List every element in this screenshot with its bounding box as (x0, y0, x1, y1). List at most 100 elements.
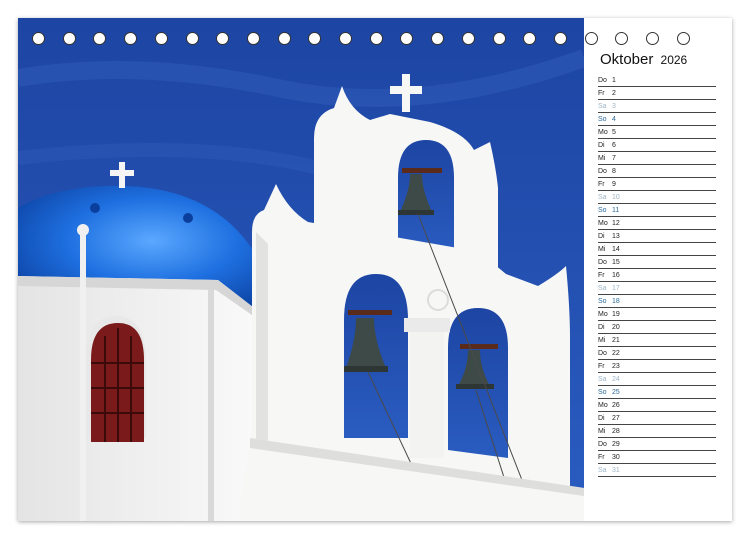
day-abbr: Di (598, 142, 605, 149)
day-abbr: So (598, 298, 607, 305)
day-abbr: Do (598, 350, 607, 357)
day-abbr: Fr (598, 181, 605, 188)
binding-ring (400, 32, 414, 45)
day-number: 23 (612, 363, 620, 370)
day-abbr: Di (598, 415, 605, 422)
day-row: Mi 21 (598, 334, 716, 347)
binding-ring (154, 32, 168, 45)
day-number: 6 (612, 142, 616, 149)
day-number: 18 (612, 298, 620, 305)
day-row: Sa 3 (598, 100, 716, 113)
day-row: Do 15 (598, 256, 716, 269)
day-row: Mo 19 (598, 308, 716, 321)
year-label: 2026 (660, 53, 688, 67)
day-number: 21 (612, 337, 620, 344)
flag-pole (80, 228, 86, 521)
church-bell-tower-photo (18, 18, 584, 521)
binding-ring (461, 32, 475, 45)
binding-ring (124, 32, 138, 45)
month-heading: Oktober 2026 (600, 51, 687, 68)
day-row: Fr 2 (598, 87, 716, 100)
day-number: 27 (612, 415, 620, 422)
day-abbr: Mi (598, 155, 606, 162)
day-row: Di 27 (598, 412, 716, 425)
calendar-page: Oktober 2026 Do 1 Fr 2 Sa 3 So 4 Mo 5 Di 6 Mi 7 Do 8 Fr 9… (18, 18, 732, 521)
day-abbr: Sa (598, 194, 607, 201)
day-row: Mi 14 (598, 243, 716, 256)
binding-ring (676, 32, 690, 45)
day-abbr: Mi (598, 428, 606, 435)
day-number: 4 (612, 116, 616, 123)
binding-ring (646, 32, 659, 45)
day-abbr: Mi (598, 337, 606, 344)
day-abbr: Do (598, 168, 607, 175)
day-number: 19 (612, 311, 620, 318)
binding-ring (615, 32, 629, 45)
binding-ring (246, 32, 260, 45)
day-abbr: So (598, 207, 607, 214)
day-row: Sa 17 (598, 282, 716, 295)
day-number: 25 (612, 389, 620, 396)
day-abbr: Sa (598, 467, 607, 474)
arched-window (86, 316, 146, 442)
binding-ring (216, 32, 230, 45)
day-number: 31 (612, 467, 620, 474)
day-row: Mi 28 (598, 425, 716, 438)
spiral-binding (18, 32, 732, 48)
binding-ring (93, 32, 107, 45)
day-number: 3 (612, 103, 616, 110)
day-number: 14 (612, 246, 620, 253)
day-row: Di 13 (598, 230, 716, 243)
day-list: Do 1 Fr 2 Sa 3 So 4 Mo 5 Di 6 Mi 7 Do 8 Fr 9 Sa 10 So 11 Mo 12 D… (598, 74, 716, 477)
day-abbr: So (598, 389, 607, 396)
day-number: 24 (612, 376, 620, 383)
binding-ring (62, 32, 76, 45)
binding-ring (523, 32, 537, 45)
binding-ring (32, 32, 45, 45)
day-number: 9 (612, 181, 616, 188)
day-number: 13 (612, 233, 620, 240)
day-number: 20 (612, 324, 620, 331)
day-number: 1 (612, 77, 616, 84)
day-row: Fr 30 (598, 451, 716, 464)
day-number: 30 (612, 454, 620, 461)
binding-ring (553, 32, 567, 45)
day-number: 22 (612, 350, 620, 357)
day-row: So 18 (598, 295, 716, 308)
binding-ring (308, 32, 322, 45)
binding-ring (369, 32, 383, 45)
day-abbr: Mi (598, 246, 606, 253)
day-abbr: Mo (598, 220, 608, 227)
day-row: Do 22 (598, 347, 716, 360)
day-number: 11 (612, 207, 620, 214)
day-row: Fr 23 (598, 360, 716, 373)
day-abbr: So (598, 116, 607, 123)
binding-ring (492, 32, 506, 45)
day-number: 10 (612, 194, 620, 201)
day-number: 2 (612, 90, 616, 97)
binding-ring (185, 32, 199, 45)
day-abbr: Fr (598, 363, 605, 370)
calendar-sidebar: Oktober 2026 Do 1 Fr 2 Sa 3 So 4 Mo 5 Di 6 Mi 7 Do 8 Fr 9… (584, 18, 732, 521)
day-row: Fr 9 (598, 178, 716, 191)
binding-ring (277, 32, 291, 45)
day-number: 16 (612, 272, 620, 279)
binding-ring (339, 32, 352, 45)
month-name: Oktober (600, 51, 654, 68)
day-abbr: Sa (598, 285, 607, 292)
day-row: Mi 7 (598, 152, 716, 165)
day-row: Di 20 (598, 321, 716, 334)
day-number: 7 (612, 155, 616, 162)
day-row: Do 29 (598, 438, 716, 451)
day-row: So 11 (598, 204, 716, 217)
binding-ring (584, 32, 598, 45)
day-abbr: Fr (598, 272, 605, 279)
day-abbr: Mo (598, 311, 608, 318)
day-abbr: Do (598, 77, 607, 84)
day-row: Di 6 (598, 139, 716, 152)
day-number: 15 (612, 259, 620, 266)
day-row: Mo 12 (598, 217, 716, 230)
day-abbr: Do (598, 259, 607, 266)
day-abbr: Fr (598, 454, 605, 461)
day-abbr: Mo (598, 402, 608, 409)
